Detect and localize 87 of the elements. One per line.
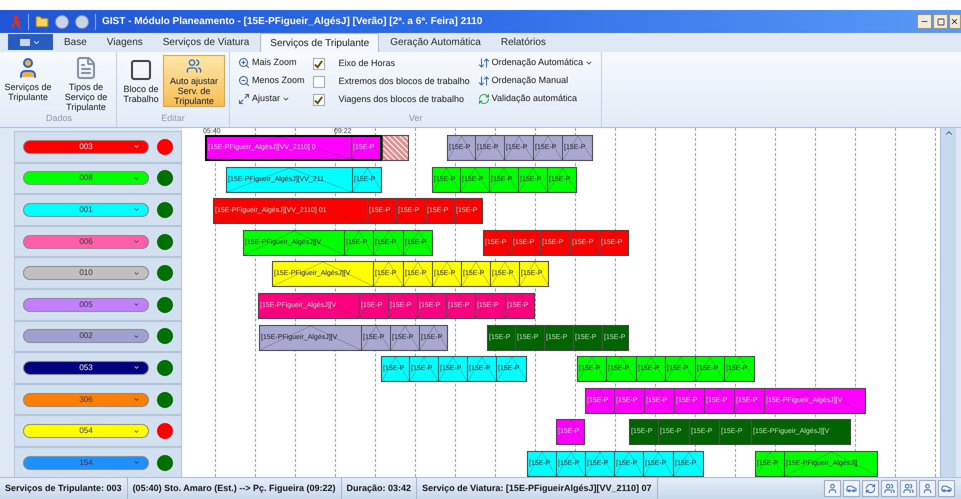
caret-icon xyxy=(133,270,140,277)
app-logo-icon xyxy=(10,14,22,28)
ribbon-tab[interactable]: Geração Automática xyxy=(381,33,490,52)
status-tool-button[interactable] xyxy=(843,480,860,497)
command-button[interactable]: Ordenação Manual xyxy=(478,74,594,88)
option-label: Eixo de Horas xyxy=(338,57,396,70)
caret-icon xyxy=(133,143,140,150)
people-icon xyxy=(884,483,895,494)
status-tool-button[interactable] xyxy=(900,480,917,497)
close-button[interactable] xyxy=(949,14,961,29)
refresh-icon xyxy=(865,483,876,494)
fit-icon xyxy=(238,93,250,105)
maximize-icon xyxy=(936,18,944,26)
person-icon xyxy=(827,483,838,494)
option-label: Viagens dos blocos de trabalho xyxy=(338,93,464,106)
status-text: (05:40) Sto. Amaro (Est.) --> Pç. Figueira (09:22) xyxy=(128,478,342,499)
ribbon-tab[interactable]: Serviços de Tripulante xyxy=(260,33,380,52)
minimize-button[interactable] xyxy=(917,14,932,29)
frame-icon xyxy=(129,58,153,82)
caret-icon xyxy=(133,238,140,246)
car-icon xyxy=(846,483,857,494)
crew-dropdown[interactable]: 154 xyxy=(23,456,149,470)
status-text: Serviço de Viatura: [15E-PFigueirAlgésJ][VV_2110] 07 xyxy=(417,478,658,499)
sort-icon xyxy=(478,75,490,87)
people-icon xyxy=(903,483,914,494)
tool-button[interactable]: Menos Zoom xyxy=(238,74,305,88)
status-text: Duração: 03:42 xyxy=(342,478,418,499)
maximize-button[interactable] xyxy=(933,14,948,29)
ribbon-tab[interactable]: Relatórios xyxy=(492,33,555,52)
scrollbar[interactable] xyxy=(940,128,956,477)
status-tool-button[interactable] xyxy=(919,480,936,497)
crew-dropdown[interactable]: 010 xyxy=(23,266,149,280)
caret-icon xyxy=(133,364,140,372)
document-icon xyxy=(74,56,98,80)
zoom-in-icon xyxy=(238,57,250,69)
app-menu-button[interactable] xyxy=(8,34,53,50)
hatched-block[interactable] xyxy=(382,135,409,161)
crew-dropdown[interactable]: 006 xyxy=(23,234,149,249)
status-tool-button[interactable] xyxy=(881,480,898,497)
group-label: Dados xyxy=(46,112,72,125)
status-text: Serviços de Tripulante: 003 xyxy=(0,478,128,499)
tool-button[interactable]: Mais Zoom xyxy=(238,56,305,70)
group-label: Ver xyxy=(408,112,422,124)
caret-icon xyxy=(133,174,140,182)
checkbox[interactable] xyxy=(312,58,325,70)
check-icon xyxy=(314,96,324,104)
ribbon-button[interactable]: Auto ajustar Serv. de Tripulante xyxy=(163,55,225,107)
close-icon xyxy=(950,17,959,26)
group-label: Editar xyxy=(161,112,185,124)
command-button[interactable]: Validação automática xyxy=(478,92,594,106)
window-title: GIST - Módulo Planeamento - [15E-PFigueir_AlgésJ] [Verão] [2ª. a 6ª. Feira] 2110 xyxy=(102,15,482,29)
ribbon-tab[interactable]: Serviços de Viatura xyxy=(154,33,258,52)
caret-icon xyxy=(133,301,140,308)
caret-icon xyxy=(133,396,140,404)
sort-icon xyxy=(478,57,490,69)
crew-dropdown[interactable]: 002 xyxy=(23,329,149,344)
car-icon xyxy=(941,483,952,494)
tool-button[interactable]: Ajustar xyxy=(238,92,305,106)
ribbon-button[interactable]: Bloco de Trabalho xyxy=(121,55,161,107)
caret-icon xyxy=(133,459,140,466)
caret-icon xyxy=(133,428,140,435)
person-icon xyxy=(922,483,933,494)
crew-dropdown[interactable]: 001 xyxy=(23,202,149,217)
check-icon xyxy=(314,60,324,68)
zoom-out-icon xyxy=(238,75,250,87)
status-tool-button[interactable] xyxy=(824,480,841,497)
crew-dropdown[interactable]: 003 xyxy=(23,140,149,154)
crew-dropdown[interactable]: 306 xyxy=(23,392,149,407)
crew-dropdown[interactable]: 008 xyxy=(23,171,149,186)
command-button[interactable]: Ordenação Automática xyxy=(478,56,594,70)
folder-icon[interactable] xyxy=(35,14,49,28)
crew-dropdown[interactable]: 054 xyxy=(23,424,149,438)
ribbon-button[interactable]: Tipos de Serviço de Tripulante xyxy=(56,52,116,112)
crew-dropdown[interactable]: 005 xyxy=(23,298,149,312)
ribbon-button[interactable]: Serviços de Tripulante xyxy=(2,52,54,112)
crew-dropdown[interactable]: 053 xyxy=(23,360,149,375)
ribbon-tab[interactable]: Base xyxy=(55,33,96,52)
refresh-icon xyxy=(478,93,490,105)
caret-icon xyxy=(133,206,140,214)
caret-icon xyxy=(133,332,140,340)
menu-icon xyxy=(20,38,30,46)
checkbox[interactable] xyxy=(312,94,325,106)
ribbon-tab[interactable]: Viagens xyxy=(98,33,152,52)
option-label: Extremos dos blocos de trabalho xyxy=(338,75,470,88)
checkbox[interactable] xyxy=(312,76,325,88)
status-tool-button[interactable] xyxy=(938,480,955,497)
status-tool-button[interactable] xyxy=(862,480,879,497)
